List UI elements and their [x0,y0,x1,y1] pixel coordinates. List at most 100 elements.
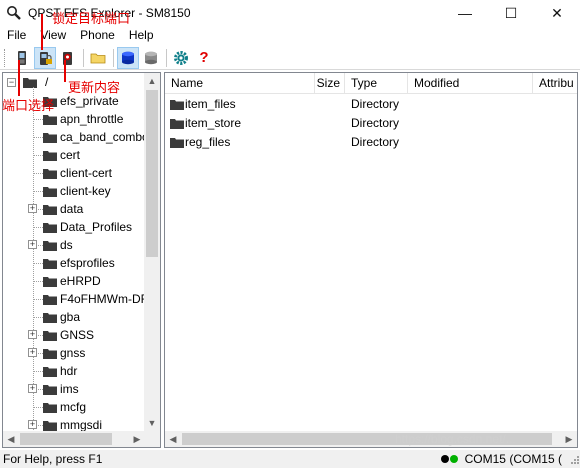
folder-icon [43,421,57,431]
minimize-button[interactable]: — [442,0,488,26]
tree-connector-line [33,407,43,408]
status-bar: For Help, press F1 COM15 (COM15 ( [0,450,580,468]
tree-item[interactable]: client-key [3,182,145,200]
tree-item[interactable]: eHRPD [3,272,145,290]
scrollbar-corner [144,431,160,447]
refresh-button[interactable] [57,47,79,69]
scroll-right-arrow-icon[interactable]: ▶ [561,431,577,447]
database-gray-button[interactable] [140,47,162,69]
column-name[interactable]: Name [165,73,315,94]
list-item[interactable]: item_files Directory [165,95,575,114]
help-button[interactable]: ? [193,47,215,69]
expand-toggle[interactable]: + [28,330,37,339]
folder-tree[interactable]: − / efs_private apn_throttle ca_band_combo… [2,72,161,448]
tree-item[interactable]: mcfg [3,398,145,416]
folder-icon [170,100,184,110]
scroll-right-arrow-icon[interactable]: ▶ [129,431,145,447]
list-item[interactable]: reg_files Directory [165,133,575,152]
tree-item[interactable]: + gnss [3,344,145,362]
tree-root-label: / [45,75,49,89]
item-type: Directory [351,135,400,149]
tree-item-label: gba [60,310,81,324]
expand-toggle[interactable]: + [28,384,37,393]
tree-connector-line [33,119,43,120]
connection-led-icon [440,455,449,463]
database-gray-icon [145,51,157,64]
settings-button[interactable] [170,47,192,69]
expand-toggle[interactable]: + [28,240,37,249]
tree-item[interactable]: client-cert [3,164,145,182]
menu-help[interactable]: Help [122,28,161,42]
tree-connector-line [33,227,43,228]
menu-file[interactable]: File [0,28,33,42]
tree-vertical-scrollbar[interactable]: ▲ ▼ [144,73,160,431]
tree-item-label: F4oFHMWm-DRv [60,292,145,306]
list-item[interactable]: item_store Directory [165,114,575,133]
column-attributes[interactable]: Attribu [533,73,577,94]
menu-view[interactable]: View [33,28,73,42]
item-name: reg_files [185,135,231,149]
tree-item[interactable]: hdr [3,362,145,380]
tree-item[interactable]: + ds [3,236,145,254]
column-modified[interactable]: Modified [408,73,533,94]
toolbar-separator [113,48,114,67]
tree-item-label: efs_private [60,94,119,108]
scroll-up-arrow-icon[interactable]: ▲ [144,73,160,89]
database-blue-button[interactable] [117,46,139,69]
tree-item[interactable]: efsprofiles [3,254,145,272]
tree-hscroll-thumb[interactable] [20,433,112,445]
tree-item-label: efsprofiles [60,256,115,270]
tree-connector-line [33,371,43,372]
maximize-button[interactable]: ☐ [488,0,534,26]
folder-icon [43,403,57,413]
folder-icon [170,119,184,129]
tree-item[interactable]: + ims [3,380,145,398]
resize-grip-icon[interactable] [568,453,580,465]
lock-port-button[interactable] [34,46,56,69]
tree-item[interactable]: Data_Profiles [3,218,145,236]
column-type[interactable]: Type [345,73,408,94]
toolbar-grip[interactable] [4,48,7,67]
annotation-refresh-content: 更新内容 [68,81,121,96]
folder-icon [43,313,57,323]
item-type: Directory [351,116,400,130]
tree-scroll-thumb[interactable] [146,90,158,257]
open-folder-button[interactable] [87,47,109,69]
menu-bar: File View Phone Help [0,26,580,44]
tree-item-label: apn_throttle [60,112,124,126]
tree-item[interactable]: + GNSS [3,326,145,344]
scroll-down-arrow-icon[interactable]: ▼ [144,415,160,431]
menu-phone[interactable]: Phone [73,28,122,42]
tree-item-label: data [60,202,84,216]
folder-open-icon [90,53,106,63]
item-type: Directory [351,97,400,111]
scroll-left-arrow-icon[interactable]: ◀ [3,431,19,447]
tree-item[interactable]: cert [3,146,145,164]
tree-item-label: cert [60,148,81,162]
folder-icon [170,138,184,148]
select-port-button[interactable] [11,47,33,69]
folder-icon [43,349,57,359]
tree-horizontal-scrollbar[interactable]: ◀ ▶ [3,431,145,447]
tree-connector-line [33,263,43,264]
tree-item[interactable]: gba [3,308,145,326]
expand-toggle[interactable]: + [28,348,37,357]
collapse-toggle[interactable]: − [7,78,16,87]
scroll-left-arrow-icon[interactable]: ◀ [165,431,181,447]
expand-toggle[interactable]: + [28,204,37,213]
folder-icon [43,367,57,377]
tree-item[interactable]: + data [3,200,145,218]
status-port: COM15 (COM15 ( [464,452,562,466]
phone-select-icon [18,50,26,65]
expand-toggle[interactable]: + [28,420,37,429]
file-list[interactable]: Name Size Type Modified Attribu item_fil… [164,72,578,448]
close-button[interactable]: ✕ [534,0,580,26]
tree-item[interactable]: + mmgsdi [3,416,145,431]
status-help-text: For Help, press F1 [3,452,103,466]
toolbar-separator [83,48,84,67]
tree-item[interactable]: ca_band_combos [3,128,145,146]
tree-connector-line [33,317,43,318]
tree-item[interactable]: F4oFHMWm-DRv [3,290,145,308]
column-size[interactable]: Size [315,73,345,94]
item-name: item_store [185,116,242,130]
